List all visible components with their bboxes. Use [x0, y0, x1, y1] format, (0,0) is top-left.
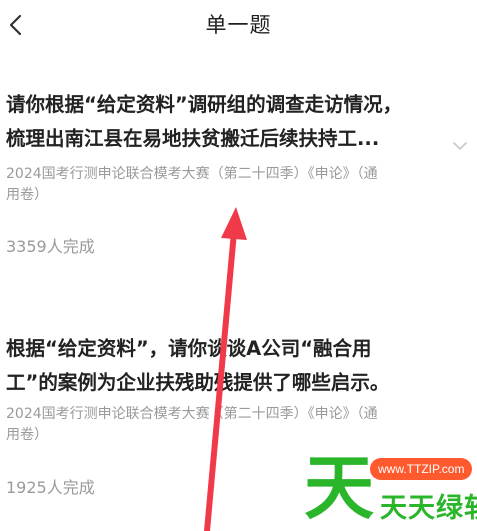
- question-title: 根据“给定资料”，请你谈谈A公司“融合用 工”的案例为企业扶残助残提供了哪些启示…: [6, 332, 446, 400]
- page-title: 单一题: [205, 13, 272, 37]
- question-item[interactable]: 根据“给定资料”，请你谈谈A公司“融合用 工”的案例为企业扶残助残提供了哪些启示…: [0, 332, 477, 512]
- question-source-line: 2024国考行测申论联合模考大赛（第二十四季）《申论》（通: [6, 406, 378, 422]
- question-source-line: 2024国考行测申论联合模考大赛（第二十四季）《申论》（通: [6, 166, 378, 182]
- expand-button[interactable]: [452, 136, 468, 150]
- question-source-line: 用卷）: [6, 187, 48, 203]
- top-bar: 单一题: [0, 0, 477, 54]
- completed-count: 1925人完成: [6, 478, 95, 497]
- question-title-line: 根据“给定资料”，请你谈谈A公司“融合用: [6, 337, 372, 360]
- completed-count: 3359人完成: [6, 237, 95, 256]
- question-title: 请你根据“给定资料”调研组的调查走访情况， 梳理出南江县在易地扶贫搬迁后续扶持工…: [6, 88, 446, 156]
- chevron-down-icon: [453, 142, 467, 150]
- question-title-line: 请你根据“给定资料”调研组的调查走访情况，: [6, 93, 403, 116]
- question-title-line: 工”的案例为企业扶残助残提供了哪些启示。: [6, 371, 390, 394]
- question-source: 2024国考行测申论联合模考大赛（第二十四季）《申论》（通 用卷）: [6, 164, 476, 206]
- question-source: 2024国考行测申论联合模考大赛（第二十四季）《申论》（通 用卷）: [6, 404, 476, 446]
- question-title-line: 梳理出南江县在易地扶贫搬迁后续扶持工...: [6, 127, 380, 150]
- question-item[interactable]: 请你根据“给定资料”调研组的调查走访情况， 梳理出南江县在易地扶贫搬迁后续扶持工…: [0, 88, 477, 273]
- question-source-line: 用卷）: [6, 427, 48, 443]
